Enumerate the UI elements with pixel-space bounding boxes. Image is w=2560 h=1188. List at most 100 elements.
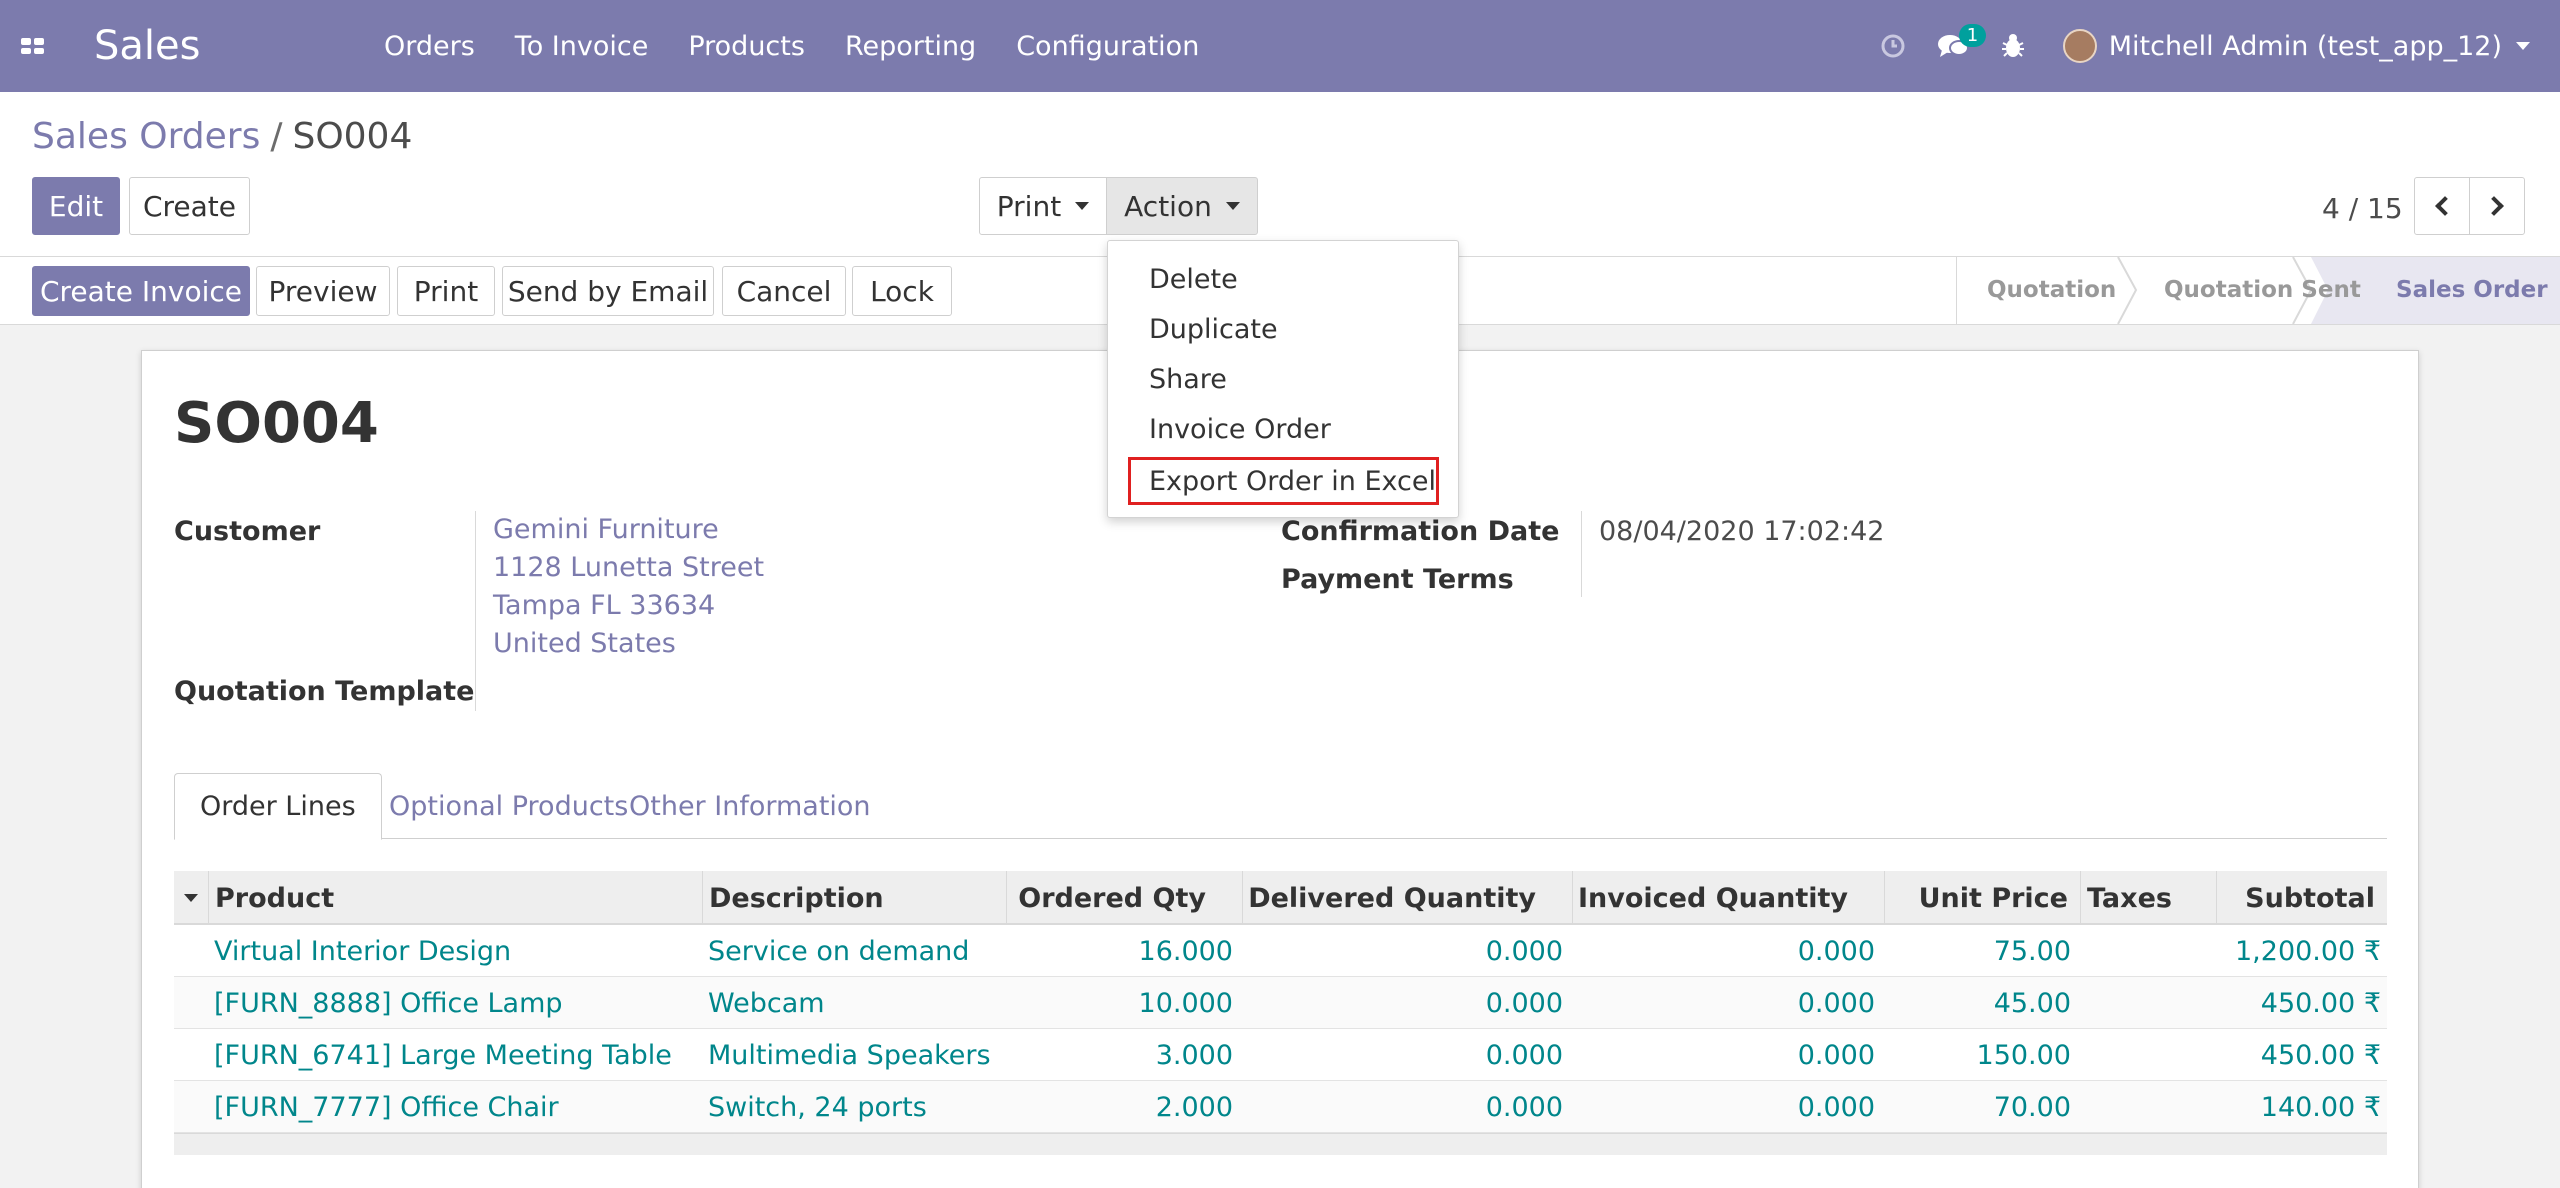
action-menu-delete[interactable]: Delete [1108,254,1460,304]
customer-name: Gemini Furniture [493,514,719,545]
cell-invoiced-qty: 0.000 [1797,1091,1875,1123]
table-row[interactable]: Virtual Interior Design Service on deman… [174,925,2387,977]
breadcrumb-current: SO004 [292,116,413,157]
cell-delivered-qty: 0.000 [1485,1039,1563,1071]
user-menu[interactable]: Mitchell Admin (test_app_12) [2043,29,2560,63]
customer-label: Customer [174,516,321,547]
tab-other-information[interactable]: Other Information [604,773,896,839]
order-title: SO004 [174,391,379,456]
tab-order-lines[interactable]: Order Lines [174,773,382,840]
cell-product[interactable]: [FURN_6741] Large Meeting Table [214,1029,672,1081]
cell-ordered-qty: 10.000 [1138,987,1233,1019]
cell-description: Service on demand [708,935,970,967]
cell-invoiced-qty: 0.000 [1797,1039,1875,1071]
cell-subtotal: 140.00 ₹ [2260,1091,2381,1123]
action-dropdown-label: Action [1124,189,1212,223]
highlight-box [1128,457,1439,505]
print-dropdown-button[interactable]: Print [979,177,1107,235]
table-header: Product Description Ordered Qty Delivere… [174,871,2387,925]
column-header-unit-price[interactable]: Unit Price [1884,871,2080,925]
cell-invoiced-qty: 0.000 [1797,935,1875,967]
cell-ordered-qty: 2.000 [1155,1091,1233,1123]
cell-ordered-qty: 16.000 [1138,935,1233,967]
action-menu-share[interactable]: Share [1108,354,1460,404]
cell-description: Multimedia Speakers [708,1039,991,1071]
cell-product[interactable]: Virtual Interior Design [214,925,511,977]
edit-button[interactable]: Edit [32,177,120,235]
caret-down-icon [184,894,198,902]
cell-subtotal: 450.00 ₹ [2260,1039,2381,1071]
pager-value: 4 / 15 [2322,192,2403,225]
notebook-tabs: Order Lines Optional Products Other Info… [174,773,2387,840]
lock-button[interactable]: Lock [852,266,952,316]
app-brand[interactable]: Sales [64,23,364,69]
preview-button[interactable]: Preview [256,266,390,316]
cell-description: Switch, 24 ports [708,1091,927,1123]
column-header-subtotal[interactable]: Subtotal [2216,871,2387,925]
stage-sales-order[interactable]: Sales Order [2396,257,2548,323]
customer-street: 1128 Lunetta Street [493,552,765,583]
table-row[interactable]: [FURN_6741] Large Meeting Table Multimed… [174,1029,2387,1081]
order-lines-table: Product Description Ordered Qty Delivere… [174,871,2387,1155]
top-navbar: Sales Orders To Invoice Products Reporti… [0,0,2560,92]
cancel-button[interactable]: Cancel [722,266,846,316]
debug-bug-icon[interactable] [1983,0,2043,92]
cell-subtotal: 1,200.00 ₹ [2235,935,2381,967]
apps-menu-icon[interactable] [0,0,64,92]
print-button[interactable]: Print [397,266,495,316]
pager-previous-button[interactable] [2414,177,2470,235]
confirmation-date-label: Confirmation Date [1281,516,1560,547]
pager-next-button[interactable] [2469,177,2525,235]
cell-ordered-qty: 3.000 [1155,1039,1233,1071]
action-menu-invoice-order[interactable]: Invoice Order [1108,404,1460,454]
customer-city: Tampa FL 33634 [493,590,716,621]
column-options-toggle[interactable] [174,871,208,925]
action-menu-duplicate[interactable]: Duplicate [1108,304,1460,354]
menu-to-invoice[interactable]: To Invoice [495,31,669,62]
column-header-delivered-qty[interactable]: Delivered Quantity [1242,871,1572,925]
action-dropdown-menu: Delete Duplicate Share Invoice Order Exp… [1107,240,1459,518]
messages-icon[interactable]: 1 [1923,0,1987,92]
menu-orders[interactable]: Orders [364,31,495,62]
print-dropdown-label: Print [996,189,1062,223]
cell-unit-price: 150.00 [1976,1039,2071,1071]
payment-terms-label: Payment Terms [1281,564,1514,595]
column-header-invoiced-qty[interactable]: Invoiced Quantity [1572,871,1884,925]
column-header-ordered-qty[interactable]: Ordered Qty [1006,871,1242,925]
breadcrumb: Sales Orders / SO004 [32,116,412,157]
column-header-taxes[interactable]: Taxes [2080,871,2216,925]
chevron-right-icon [2484,196,2504,216]
table-row[interactable]: [FURN_7777] Office Chair Switch, 24 port… [174,1081,2387,1133]
activity-clock-icon[interactable] [1863,0,1923,92]
main-menu: Orders To Invoice Products Reporting Con… [364,31,1219,62]
send-by-email-button[interactable]: Send by Email [502,266,714,316]
customer-field[interactable]: Gemini Furniture 1128 Lunetta Street Tam… [493,511,764,663]
create-invoice-button[interactable]: Create Invoice [32,266,250,316]
chevron-down-icon [1225,202,1240,210]
cell-delivered-qty: 0.000 [1485,987,1563,1019]
create-button[interactable]: Create [129,177,250,235]
cell-product[interactable]: [FURN_8888] Office Lamp [214,977,563,1029]
chevron-down-icon [1075,202,1090,210]
stage-quotation[interactable]: Quotation [1987,257,2116,323]
cell-delivered-qty: 0.000 [1485,1091,1563,1123]
column-header-description[interactable]: Description [702,871,1006,925]
menu-products[interactable]: Products [668,31,825,62]
cell-product[interactable]: [FURN_7777] Office Chair [214,1081,559,1133]
chevron-left-icon [2435,196,2455,216]
cell-description: Webcam [708,987,825,1019]
cell-delivered-qty: 0.000 [1485,935,1563,967]
menu-configuration[interactable]: Configuration [996,31,1219,62]
cell-unit-price: 70.00 [1993,1091,2071,1123]
menu-reporting[interactable]: Reporting [825,31,996,62]
column-header-product[interactable]: Product [208,871,702,925]
user-name: Mitchell Admin (test_app_12) [2108,30,2502,62]
confirmation-date-value[interactable]: 08/04/2020 17:02:42 [1599,516,1884,547]
action-dropdown-button[interactable]: Action [1106,177,1258,235]
cell-unit-price: 75.00 [1993,935,2071,967]
cell-invoiced-qty: 0.000 [1797,987,1875,1019]
stage-quotation-sent[interactable]: Quotation Sent [2164,257,2361,323]
breadcrumb-separator: / [270,116,283,157]
table-row[interactable]: [FURN_8888] Office Lamp Webcam 10.000 0.… [174,977,2387,1029]
breadcrumb-sales-orders[interactable]: Sales Orders [32,116,260,157]
